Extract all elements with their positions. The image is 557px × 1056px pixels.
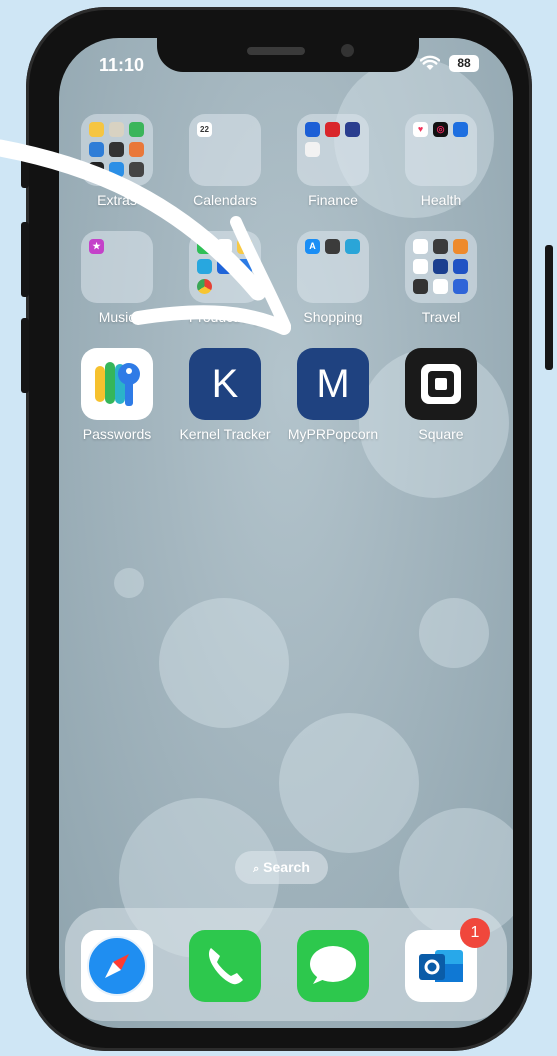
hand-drawn-arrow-icon [0, 139, 291, 335]
